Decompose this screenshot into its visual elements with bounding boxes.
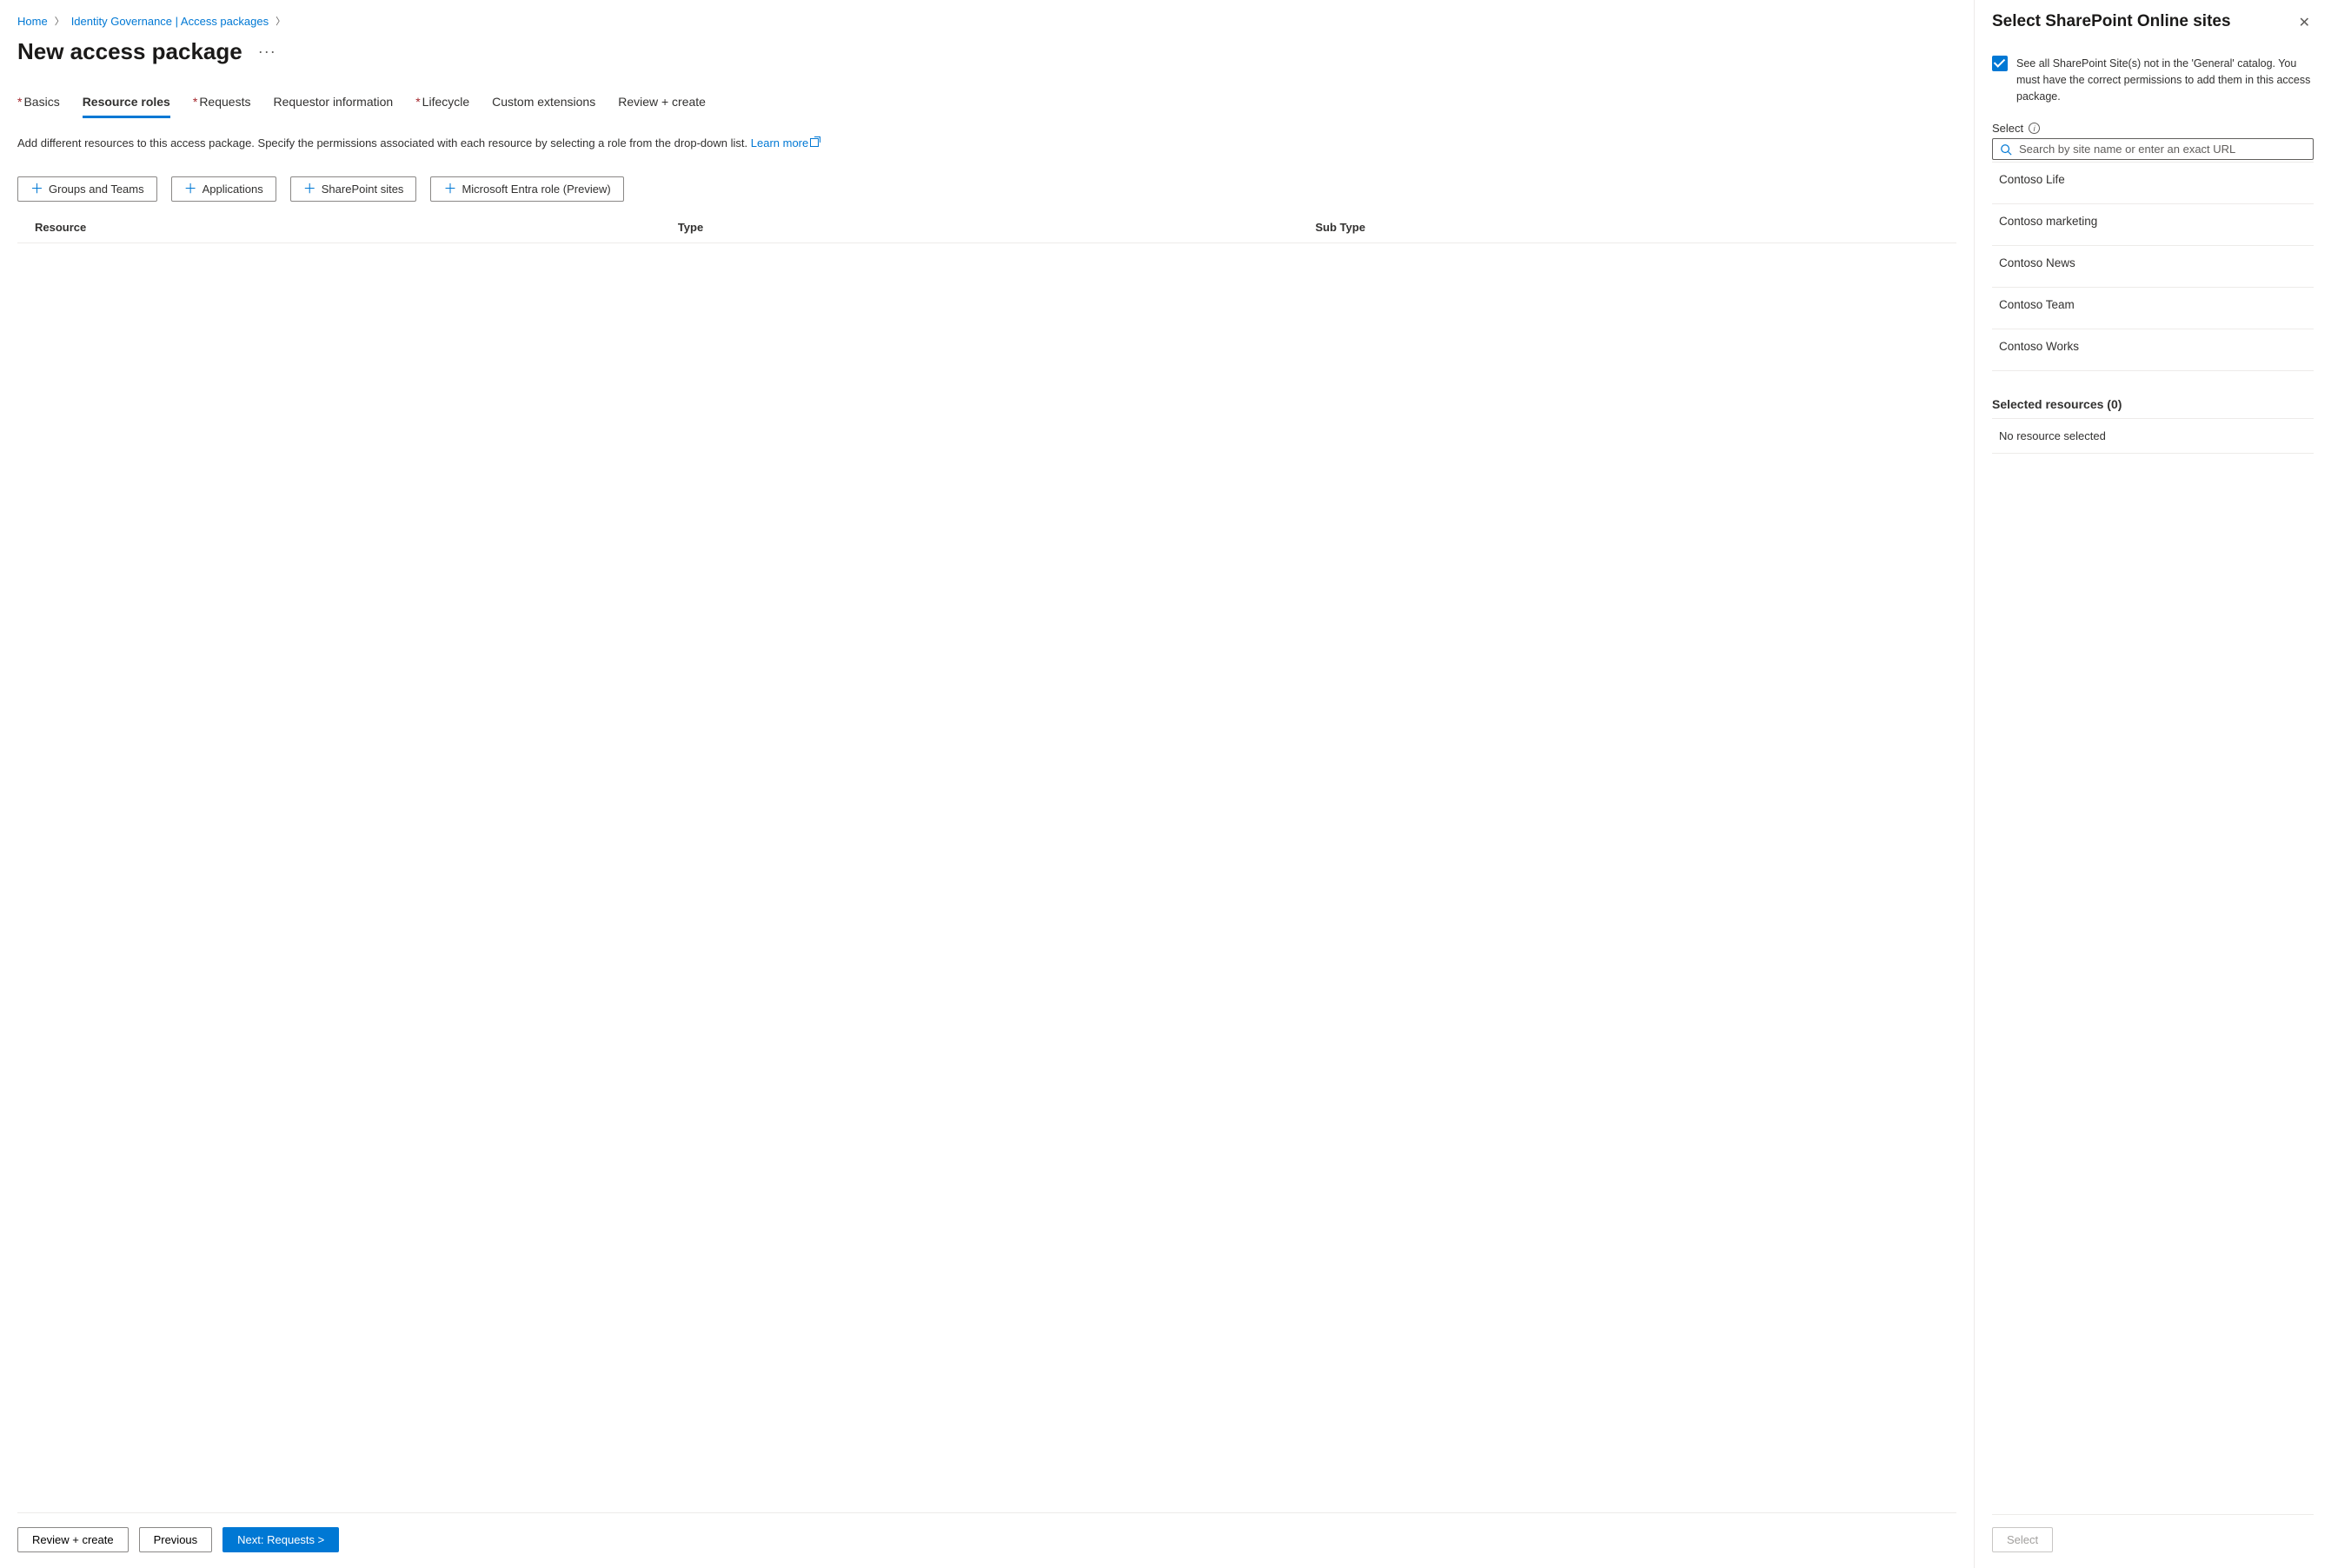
tab-review-create-label: Review + create (618, 95, 706, 109)
select-sharepoint-panel: Select SharePoint Online sites ✕ See all… (1975, 0, 2331, 1568)
tab-basics-label: Basics (23, 95, 59, 109)
info-icon[interactable]: i (2029, 123, 2040, 134)
plus-icon: ＋ (30, 183, 43, 196)
breadcrumb-governance[interactable]: Identity Governance | Access packages (71, 15, 269, 28)
description-body: Add different resources to this access p… (17, 136, 751, 149)
search-input[interactable] (2019, 143, 2306, 156)
select-button[interactable]: Select (1992, 1527, 2053, 1552)
site-list: Contoso Life Contoso marketing Contoso N… (1992, 162, 2314, 371)
next-button[interactable]: Next: Requests > (222, 1527, 339, 1552)
plus-icon: ＋ (184, 183, 197, 196)
chevron-right-icon: 〉 (55, 14, 64, 28)
tab-requestor-info[interactable]: Requestor information (273, 95, 393, 118)
page-title: New access package (17, 38, 242, 65)
add-entra-role-button[interactable]: ＋ Microsoft Entra role (Preview) (430, 176, 623, 202)
column-type: Type (678, 221, 1316, 234)
tab-custom-extensions[interactable]: Custom extensions (492, 95, 595, 118)
description-text: Add different resources to this access p… (17, 135, 1956, 152)
chevron-right-icon: 〉 (276, 14, 285, 28)
plus-icon: ＋ (443, 183, 456, 196)
tab-requests-label: Requests (199, 95, 250, 109)
tab-resource-roles-label: Resource roles (83, 95, 170, 109)
plus-icon: ＋ (303, 183, 316, 196)
no-resource-selected: No resource selected (1992, 418, 2314, 454)
resource-table-header: Resource Type Sub Type (17, 214, 1956, 243)
close-icon[interactable]: ✕ (2295, 12, 2314, 33)
search-icon (2000, 143, 2012, 156)
tab-lifecycle-label: Lifecycle (422, 95, 469, 109)
previous-button[interactable]: Previous (139, 1527, 213, 1552)
tab-basics[interactable]: *Basics (17, 95, 60, 118)
tabs-row: *Basics Resource roles *Requests Request… (17, 95, 1956, 119)
panel-title: Select SharePoint Online sites (1992, 12, 2231, 31)
tab-requestor-info-label: Requestor information (273, 95, 393, 109)
sp-label: SharePoint sites (322, 183, 404, 196)
tab-requests[interactable]: *Requests (193, 95, 251, 118)
panel-footer: Select (1992, 1514, 2314, 1568)
select-label: Select (1992, 122, 2023, 135)
tab-lifecycle[interactable]: *Lifecycle (415, 95, 469, 118)
list-item[interactable]: Contoso News (1992, 246, 2314, 288)
review-create-button[interactable]: Review + create (17, 1527, 129, 1552)
column-subtype: Sub Type (1315, 221, 1953, 234)
column-resource: Resource (21, 221, 678, 234)
search-box[interactable] (1992, 138, 2314, 160)
checkbox-label: See all SharePoint Site(s) not in the 'G… (2016, 56, 2314, 104)
tab-custom-ext-label: Custom extensions (492, 95, 595, 109)
list-item[interactable]: Contoso marketing (1992, 204, 2314, 246)
apps-label: Applications (203, 183, 263, 196)
breadcrumb-home[interactable]: Home (17, 15, 48, 28)
breadcrumb: Home 〉 Identity Governance | Access pack… (17, 14, 1956, 28)
more-actions-icon[interactable]: ··· (258, 43, 276, 61)
add-sharepoint-button[interactable]: ＋ SharePoint sites (290, 176, 417, 202)
add-applications-button[interactable]: ＋ Applications (171, 176, 276, 202)
see-all-sites-checkbox[interactable] (1992, 56, 2008, 71)
tab-resource-roles[interactable]: Resource roles (83, 95, 170, 118)
entra-label: Microsoft Entra role (Preview) (462, 183, 610, 196)
add-groups-teams-button[interactable]: ＋ Groups and Teams (17, 176, 157, 202)
selected-resources-header: Selected resources (0) (1992, 397, 2314, 411)
learn-more-label: Learn more (751, 136, 808, 149)
list-item[interactable]: Contoso Team (1992, 288, 2314, 329)
list-item[interactable]: Contoso Works (1992, 329, 2314, 371)
list-item[interactable]: Contoso Life (1992, 163, 2314, 204)
wizard-footer: Review + create Previous Next: Requests … (17, 1512, 1956, 1568)
external-link-icon (810, 138, 819, 147)
tab-review-create[interactable]: Review + create (618, 95, 706, 118)
groups-label: Groups and Teams (49, 183, 144, 196)
learn-more-link[interactable]: Learn more (751, 136, 819, 149)
